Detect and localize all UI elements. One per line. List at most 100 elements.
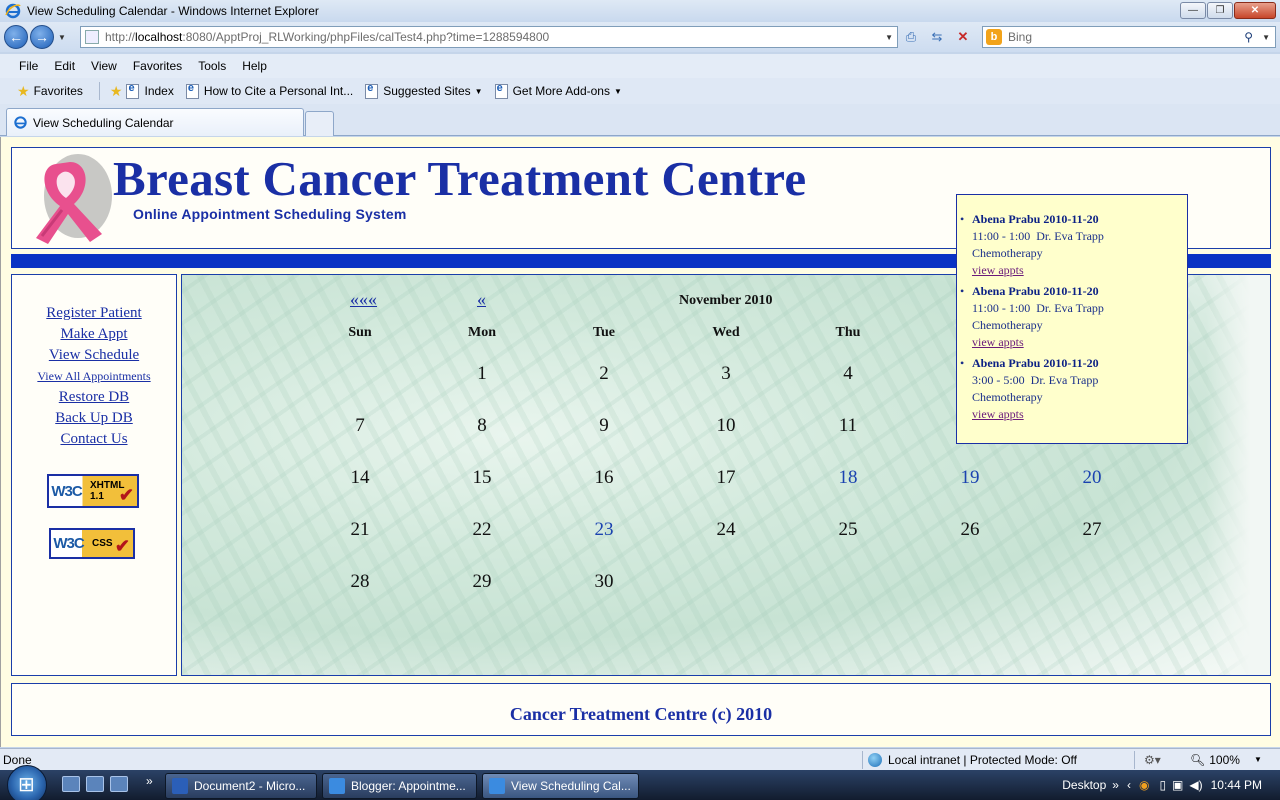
calendar-day: 2 — [599, 363, 609, 384]
search-box[interactable]: b Bing ⚲ ▼ — [982, 26, 1276, 48]
internet-explorer-icon — [14, 116, 27, 129]
calendar-day: 14 — [350, 467, 370, 488]
calendar-day: 1 — [477, 363, 487, 384]
view-appts-link[interactable]: view appts — [972, 263, 1024, 277]
status-bar: Done Local intranet | Protected Mode: Of… — [0, 748, 1280, 770]
sidebar-link-back-up-db[interactable]: Back Up DB — [12, 408, 176, 429]
sidebar-link-view-schedule[interactable]: View Schedule — [12, 345, 176, 366]
volume-icon[interactable]: ◀) — [1189, 778, 1202, 792]
sidebar-link-restore-db[interactable]: Restore DB — [12, 387, 176, 408]
add-favorite-icon[interactable]: ★ — [110, 83, 123, 100]
calendar-day: 30 — [594, 571, 614, 592]
power-icon[interactable]: ▯ — [1159, 778, 1166, 792]
previous-year-link[interactable]: ««« — [350, 289, 377, 310]
taskbar: » Document2 - Micro... Blogger: Appointm… — [0, 765, 1280, 800]
previous-month-link[interactable]: « — [477, 289, 486, 310]
favorites-button[interactable]: ★ Favorites — [17, 83, 83, 100]
taskbar-item-blogger[interactable]: Blogger: Appointme... — [322, 773, 477, 799]
explorer-icon[interactable] — [86, 776, 104, 792]
internet-explorer-icon — [489, 778, 505, 794]
page-icon — [126, 82, 140, 99]
appointment-time: 11:00 - 1:00 — [972, 301, 1031, 315]
calendar-day: 27 — [1082, 519, 1102, 540]
menu-favorites[interactable]: Favorites — [133, 59, 182, 73]
quick-launch — [62, 776, 128, 792]
w3c-xhtml-badge[interactable]: W3C XHTML 1.1 ✔ — [47, 474, 139, 508]
menu-file[interactable]: File — [19, 59, 38, 73]
security-zone[interactable]: Local intranet | Protected Mode: Off — [868, 752, 1077, 767]
sidebar-link-make-appt[interactable]: Make Appt — [12, 324, 176, 345]
sidebar-link-view-all-appointments[interactable]: View All Appointments — [12, 366, 176, 387]
appointment-time: 11:00 - 1:00 — [972, 229, 1031, 243]
calendar-day[interactable]: 19 — [909, 453, 1031, 505]
view-appts-link[interactable]: view appts — [972, 407, 1024, 421]
menu-view[interactable]: View — [91, 59, 117, 73]
web-page: Breast Cancer Treatment Centre Online Ap… — [0, 137, 1280, 747]
desktop-toolbar[interactable]: Desktop — [1062, 778, 1106, 792]
window-title: View Scheduling Calendar - Windows Inter… — [27, 4, 319, 18]
menu-help[interactable]: Help — [242, 59, 267, 73]
sidebar-link-contact-us[interactable]: Contact Us — [12, 429, 176, 450]
calendar-day[interactable]: 18 — [787, 453, 909, 505]
calendar-day: 22 — [472, 519, 492, 540]
minimize-button[interactable]: — — [1180, 2, 1206, 19]
appointment-patient: Abena Prabu 2010-11-20 — [972, 356, 1099, 370]
status-separator — [1134, 751, 1135, 769]
taskbar-item-word[interactable]: Document2 - Micro... — [165, 773, 317, 799]
refresh-icon[interactable]: ⇆ — [926, 26, 948, 48]
toolbar-more-icon[interactable]: » — [1112, 778, 1119, 792]
favorite-index[interactable]: Index — [126, 82, 174, 99]
weekday-label: Sun — [348, 325, 372, 340]
back-button[interactable]: ← — [4, 25, 28, 49]
history-dropdown-icon[interactable]: ▼ — [58, 33, 66, 42]
clock[interactable]: 10:44 PM — [1211, 778, 1262, 792]
calendar-day[interactable]: 23 — [543, 505, 665, 557]
address-bar[interactable]: http://localhost:8080/ApptProj_RLWorking… — [80, 26, 898, 48]
calendar-day: 3 — [721, 363, 731, 384]
site-footer: Cancer Treatment Centre (c) 2010 — [11, 683, 1271, 736]
menu-edit[interactable]: Edit — [54, 59, 75, 73]
compatibility-view-icon[interactable]: ⎙ — [900, 26, 922, 48]
new-tab-button[interactable] — [305, 111, 334, 136]
stop-icon[interactable]: ✕ — [952, 26, 974, 48]
favorite-how-to-cite[interactable]: How to Cite a Personal Int... — [185, 82, 353, 99]
w3c-css-badge[interactable]: W3C CSS ✔ — [49, 528, 135, 559]
zoom-control[interactable]: 🔍︎ 100% ▼ — [1190, 753, 1262, 767]
calendar-day: 28 — [350, 571, 370, 592]
show-desktop-icon[interactable] — [62, 776, 80, 792]
start-button[interactable] — [7, 765, 47, 800]
url-scheme: http:// — [105, 30, 136, 44]
chevron-left-icon[interactable]: ‹ — [1127, 778, 1131, 792]
appointment-treatment: Chemotherapy — [972, 318, 1043, 332]
appointment-treatment: Chemotherapy — [972, 246, 1043, 260]
protected-mode-icon[interactable]: ⚙▾ — [1144, 753, 1161, 767]
restore-button[interactable]: ❐ — [1207, 2, 1233, 19]
app-icon[interactable] — [110, 776, 128, 792]
calendar-day[interactable]: 20 — [1031, 453, 1153, 505]
footer-text: Cancer Treatment Centre (c) 2010 — [509, 704, 773, 724]
calendar-day: 7 — [355, 415, 365, 436]
appointment-doctor: Dr. Eva Trapp — [1036, 229, 1104, 243]
search-dropdown-icon[interactable]: ▼ — [1262, 33, 1270, 42]
taskbar-item-label: Blogger: Appointme... — [351, 779, 466, 793]
month-label: November 2010 — [679, 293, 773, 308]
search-icon[interactable]: ⚲ — [1244, 30, 1253, 44]
favorite-label: Get More Add-ons — [512, 84, 610, 98]
sidebar-link-register-patient[interactable]: Register Patient — [12, 303, 176, 324]
address-dropdown-icon[interactable]: ▼ — [885, 33, 893, 42]
sidebar-nav: Register Patient Make Appt View Schedule… — [12, 303, 176, 450]
forward-button[interactable]: → — [30, 25, 54, 49]
network-icon[interactable]: ▣ — [1172, 778, 1183, 792]
tab-view-scheduling-calendar[interactable]: View Scheduling Calendar — [6, 108, 304, 136]
favorites-separator — [98, 82, 100, 100]
quick-launch-more-icon[interactable]: » — [146, 774, 153, 788]
taskbar-item-calendar[interactable]: View Scheduling Cal... — [482, 773, 639, 799]
menu-tools[interactable]: Tools — [198, 59, 226, 73]
favorite-get-more-addons[interactable]: Get More Add-ons ▼ — [494, 82, 622, 99]
close-button[interactable]: ✕ — [1234, 2, 1276, 19]
view-appts-link[interactable]: view appts — [972, 335, 1024, 349]
tray-app-icon[interactable]: ◉ — [1139, 778, 1149, 792]
page-icon — [85, 30, 99, 44]
appointment-patient: Abena Prabu 2010-11-20 — [972, 284, 1099, 298]
favorite-suggested-sites[interactable]: Suggested Sites ▼ — [365, 82, 483, 99]
